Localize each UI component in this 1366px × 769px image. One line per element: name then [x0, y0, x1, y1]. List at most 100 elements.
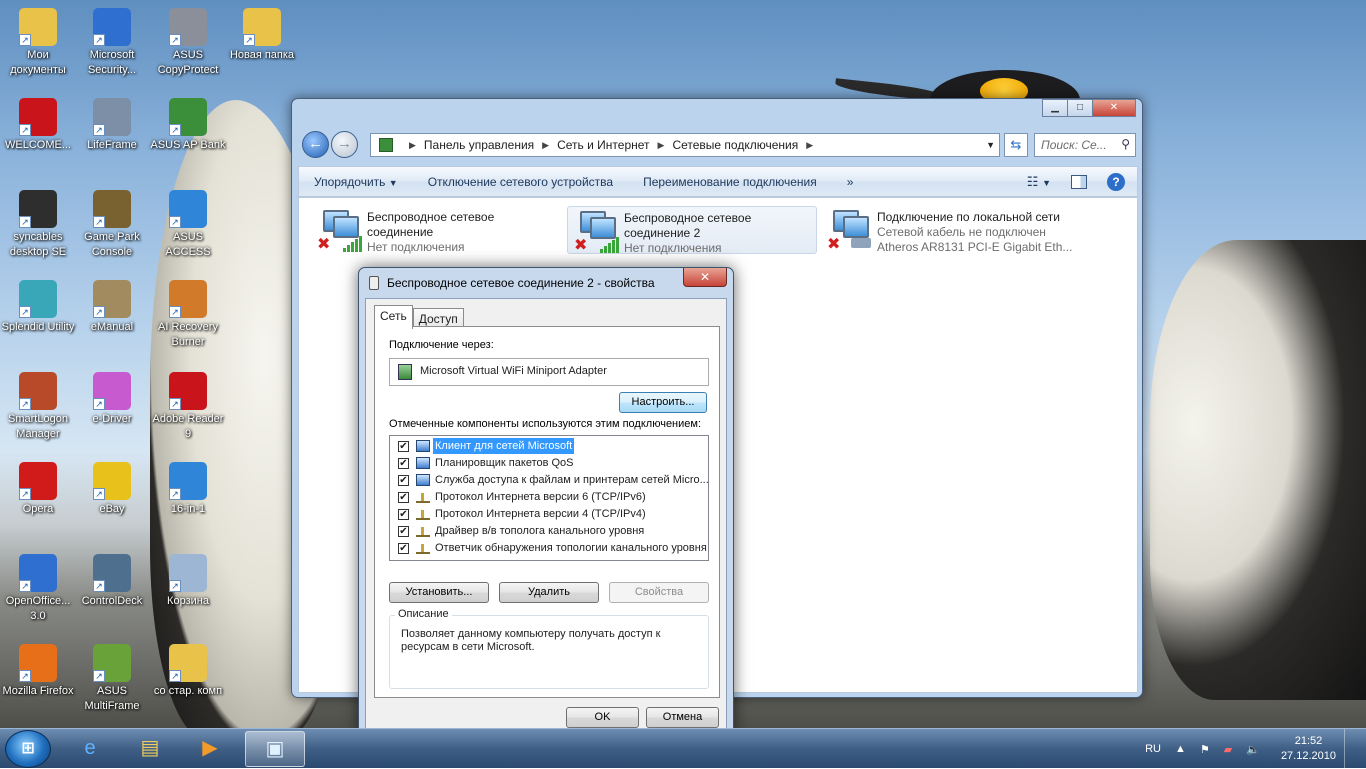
desktop-icon-label: Мои документы: [10, 49, 66, 76]
component-item[interactable]: ✔ Клиент для сетей Microsoft: [390, 438, 708, 455]
clock[interactable]: 21:52 27.12.2010: [1281, 734, 1336, 764]
component-checkbox[interactable]: ✔: [398, 441, 409, 452]
connection-item-wireless-1[interactable]: ✖ Беспроводное сетевое соединение Нет по…: [311, 206, 561, 254]
forward-button[interactable]: →: [331, 131, 358, 158]
properties-dialog[interactable]: Беспроводное сетевое соединение 2 - свой…: [358, 267, 734, 737]
maximize-button[interactable]: □: [1067, 99, 1093, 117]
search-icon[interactable]: ⚲: [1121, 137, 1130, 151]
wireless-network-icon: ✖: [574, 211, 622, 255]
desktop-icon-label: ASUS AP Bank: [150, 139, 226, 151]
address-bar[interactable]: ▶ Панель управления ▶ Сеть и Интернет ▶ …: [370, 133, 1000, 157]
more-commands-button[interactable]: »: [832, 175, 869, 189]
component-checkbox[interactable]: ✔: [398, 492, 409, 503]
component-checkbox[interactable]: ✔: [398, 543, 409, 554]
preview-pane-icon[interactable]: [1071, 174, 1087, 189]
component-checkbox[interactable]: ✔: [398, 475, 409, 486]
configure-button[interactable]: Настроить...: [619, 392, 707, 413]
component-item[interactable]: ✔ Драйвер в/в тополога канального уровня: [390, 523, 708, 540]
show-desktop-button[interactable]: [1344, 729, 1358, 769]
components-list[interactable]: ✔ Клиент для сетей Microsoft ✔ Планировщик …: [389, 435, 709, 561]
desktop-icon[interactable]: ↗ ASUS MultiFrame: [74, 644, 150, 714]
rename-connection-button[interactable]: Переименование подключения: [628, 175, 832, 189]
component-item[interactable]: ✔ Служба доступа к файлам и принтерам сет…: [390, 472, 709, 489]
component-item[interactable]: ✔ Протокол Интернета версии 6 (TCP/IPv6): [390, 489, 708, 506]
desktop-icon[interactable]: ↗ ASUS AP Bank: [150, 98, 226, 153]
component-checkbox[interactable]: ✔: [398, 509, 409, 520]
desktop-icon[interactable]: ↗ LifeFrame: [74, 98, 150, 153]
organize-button[interactable]: Упорядочить ▼: [299, 175, 413, 189]
connection-status: Нет подключения: [367, 240, 465, 254]
component-item[interactable]: ✔ Планировщик пакетов QoS: [390, 455, 708, 472]
desktop-icon[interactable]: ↗ ASUS ACCESS: [150, 190, 226, 260]
volume-icon[interactable]: 🔈: [1246, 743, 1260, 756]
desktop-icon[interactable]: ↗ eManual: [74, 280, 150, 335]
desktop-icon[interactable]: ↗ Корзина: [150, 554, 226, 609]
desktop-icon[interactable]: ↗ AI Recovery Burner: [150, 280, 226, 350]
chevron-right-icon[interactable]: ▶: [658, 140, 665, 151]
desktop-icon[interactable]: ↗ Adobe Reader 9: [150, 372, 226, 442]
dialog-close-button[interactable]: ✕: [683, 268, 727, 287]
properties-button[interactable]: Свойства: [609, 582, 709, 603]
install-button[interactable]: Установить...: [389, 582, 489, 603]
desktop-icon[interactable]: ↗ e-Driver: [74, 372, 150, 427]
desktop-icon[interactable]: ↗ Opera: [0, 462, 76, 517]
desktop-icon[interactable]: ↗ SmartLogon Manager: [0, 372, 76, 442]
help-icon[interactable]: ?: [1107, 172, 1125, 191]
desktop-icon[interactable]: ↗ Новая папка: [224, 8, 300, 63]
clock-date: 27.12.2010: [1280, 750, 1336, 762]
component-item[interactable]: ✔ Протокол Интернета версии 4 (TCP/IPv4): [390, 506, 708, 523]
ie-icon[interactable]: e: [60, 731, 120, 767]
desktop-icon-label: Новая папка: [229, 49, 295, 61]
desktop-icon[interactable]: ↗ Мои документы: [0, 8, 76, 78]
breadcrumb-item[interactable]: Сеть и Интернет: [557, 138, 649, 152]
start-button[interactable]: ⊞: [5, 730, 51, 768]
desktop-icon[interactable]: ↗ WELCOME...: [0, 98, 76, 153]
ok-button[interactable]: OK: [566, 707, 639, 728]
breadcrumb-item[interactable]: Панель управления: [424, 138, 534, 152]
back-button[interactable]: ←: [302, 131, 329, 158]
desktop-icon[interactable]: ↗ eBay: [74, 462, 150, 517]
tab-network[interactable]: Сеть: [374, 305, 413, 329]
action-center-icon[interactable]: ⚑: [1200, 743, 1210, 756]
desktop-icon[interactable]: ↗ Microsoft Security...: [74, 8, 150, 78]
disable-device-button[interactable]: Отключение сетевого устройства: [413, 175, 628, 189]
desktop-icon[interactable]: ↗ Game Park Console: [74, 190, 150, 260]
desktop-icon[interactable]: ↗ OpenOffice... 3.0: [0, 554, 76, 624]
refresh-button[interactable]: ⇆: [1004, 133, 1028, 157]
cancel-button[interactable]: Отмена: [646, 707, 719, 728]
desktop-icon[interactable]: ↗ Mozilla Firefox: [0, 644, 76, 699]
explorer-icon[interactable]: ▤: [120, 731, 180, 767]
media-player-icon[interactable]: ▶: [180, 731, 240, 767]
search-input[interactable]: Поиск: Се... ⚲: [1034, 133, 1136, 157]
chevron-right-icon[interactable]: ▶: [542, 140, 549, 151]
connection-item-lan[interactable]: ✖ Подключение по локальной сети Сетевой …: [821, 206, 1121, 254]
chevron-right-icon[interactable]: ▶: [409, 140, 416, 151]
close-button[interactable]: ✕: [1092, 99, 1136, 117]
adapter-field: Microsoft Virtual WiFi Miniport Adapter: [389, 358, 709, 386]
language-indicator[interactable]: RU: [1145, 743, 1161, 755]
folder-icon: ↗: [243, 8, 281, 46]
network-status-icon[interactable]: ▰: [1224, 743, 1232, 756]
penguin-image-right: [1150, 240, 1366, 700]
network-service-icon: [416, 474, 430, 486]
tray-expand-icon[interactable]: ▲: [1175, 743, 1186, 755]
desktop-icon[interactable]: ↗ ASUS CopyProtect: [150, 8, 226, 78]
chevron-right-icon[interactable]: ▶: [806, 140, 813, 151]
component-checkbox[interactable]: ✔: [398, 458, 409, 469]
breadcrumb-item[interactable]: Сетевые подключения: [672, 138, 798, 152]
network-connections-icon[interactable]: ▣: [245, 731, 305, 767]
lock-icon: ↗: [169, 8, 207, 46]
desktop-icon[interactable]: ↗ со стар. комп: [150, 644, 226, 699]
remove-button[interactable]: Удалить: [499, 582, 599, 603]
address-dropdown-icon[interactable]: ▼: [986, 140, 995, 150]
component-checkbox[interactable]: ✔: [398, 526, 409, 537]
desktop-icon[interactable]: ↗ Splendid Utility: [0, 280, 76, 335]
desktop-icon[interactable]: ↗ ControlDeck: [74, 554, 150, 609]
desktop-icon[interactable]: ↗ 16-in-1: [150, 462, 226, 517]
desktop-icon-label: e-Driver: [92, 413, 132, 425]
view-options-icon[interactable]: ☷ ▼: [1027, 174, 1051, 190]
component-item[interactable]: ✔ Ответчик обнаружения топологии канально…: [390, 540, 708, 557]
desktop-icon[interactable]: ↗ syncables desktop SE: [0, 190, 76, 260]
connection-item-wireless-2[interactable]: ✖ Беспроводное сетевое соединение 2 Нет …: [567, 206, 817, 255]
minimize-button[interactable]: ▁: [1042, 99, 1068, 117]
